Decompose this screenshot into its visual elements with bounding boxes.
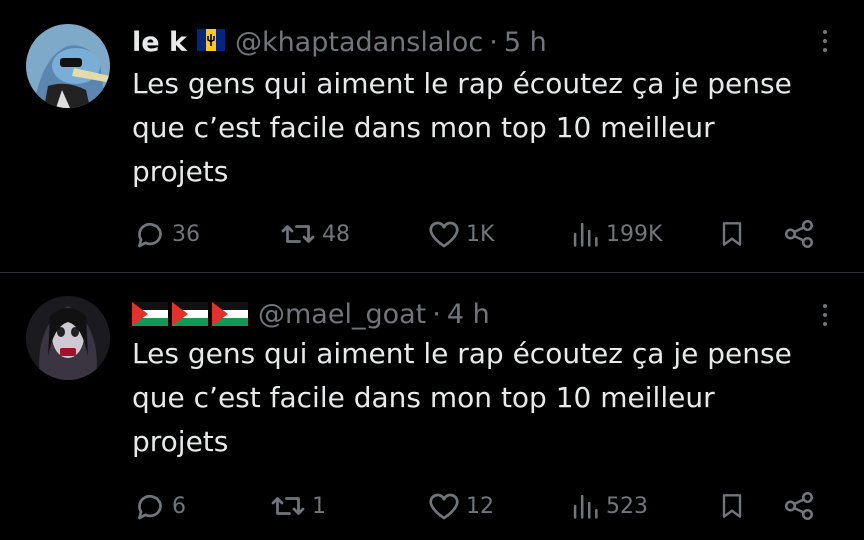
more-options-icon[interactable]	[820, 304, 830, 326]
bookmark-button[interactable]	[716, 214, 748, 254]
share-icon	[782, 488, 816, 524]
reply-count: 6	[172, 493, 186, 519]
retweet-button[interactable]: 48	[278, 214, 350, 254]
tweet-text-line: Les gens qui aiment le rap écoutez ça je…	[132, 337, 792, 370]
reply-icon	[132, 216, 168, 252]
tweet-text-line: Les gens qui aiment le rap écoutez ça je…	[132, 67, 792, 100]
retweet-count: 1	[312, 493, 326, 519]
tweet-header: @mael_goat · 4 h	[132, 294, 490, 334]
avatar[interactable]	[26, 296, 110, 380]
user-handle[interactable]: @khaptadanslaloc	[235, 27, 483, 58]
tweet-text: Les gens qui aiment le rap écoutez ça je…	[132, 62, 842, 194]
more-options-icon[interactable]	[820, 30, 830, 52]
tweet-divider	[0, 272, 864, 273]
like-count: 1K	[466, 221, 495, 247]
view-count: 199K	[606, 221, 663, 247]
separator-dot: ·	[489, 26, 498, 58]
share-button[interactable]	[782, 214, 816, 254]
reply-button[interactable]: 36	[132, 214, 200, 254]
tweet-text-line: que c’est facile dans mon top 10 meilleu…	[132, 381, 715, 414]
reply-button[interactable]: 6	[132, 486, 186, 526]
palestine-flag-icon	[132, 302, 248, 326]
avatar[interactable]	[26, 24, 110, 108]
barbados-flag-icon	[196, 29, 225, 55]
retweet-icon	[268, 488, 308, 524]
user-handle[interactable]: @mael_goat	[258, 299, 426, 330]
retweet-count: 48	[322, 221, 350, 247]
like-button[interactable]: 12	[426, 486, 494, 526]
display-name[interactable]: le k	[132, 27, 187, 58]
bookmark-icon	[716, 216, 748, 252]
share-button[interactable]	[782, 486, 816, 526]
analytics-icon	[568, 216, 602, 252]
analytics-icon	[568, 488, 602, 524]
tweet-text-line: projets	[132, 425, 229, 458]
timestamp[interactable]: 4 h	[447, 299, 490, 330]
timestamp[interactable]: 5 h	[504, 27, 547, 58]
tweet-text: Les gens qui aiment le rap écoutez ça je…	[132, 332, 842, 464]
bookmark-button[interactable]	[716, 486, 748, 526]
views-button[interactable]: 199K	[568, 214, 662, 254]
share-icon	[782, 216, 816, 252]
reply-count: 36	[172, 221, 200, 247]
heart-icon	[426, 488, 462, 524]
heart-icon	[426, 216, 462, 252]
views-button[interactable]: 523	[568, 486, 648, 526]
tweet-actions: 6 1 12 523	[132, 486, 832, 526]
separator-dot: ·	[432, 298, 441, 330]
retweet-icon	[278, 216, 318, 252]
like-count: 12	[466, 493, 494, 519]
reply-icon	[132, 488, 168, 524]
tweet-header: le k @khaptadanslaloc · 5 h	[132, 22, 547, 62]
retweet-button[interactable]: 1	[268, 486, 326, 526]
bookmark-icon	[716, 488, 748, 524]
tweet[interactable]: le k @khaptadanslaloc · 5 h Les gens qui…	[0, 0, 864, 272]
view-count: 523	[606, 493, 648, 519]
tweet-text-line: que c’est facile dans mon top 10 meilleu…	[132, 111, 715, 144]
tweet[interactable]: @mael_goat · 4 h Les gens qui aiment le …	[0, 274, 864, 540]
like-button[interactable]: 1K	[426, 214, 494, 254]
tweet-text-line: projets	[132, 155, 229, 188]
tweet-actions: 36 48 1K 199K	[132, 214, 832, 254]
